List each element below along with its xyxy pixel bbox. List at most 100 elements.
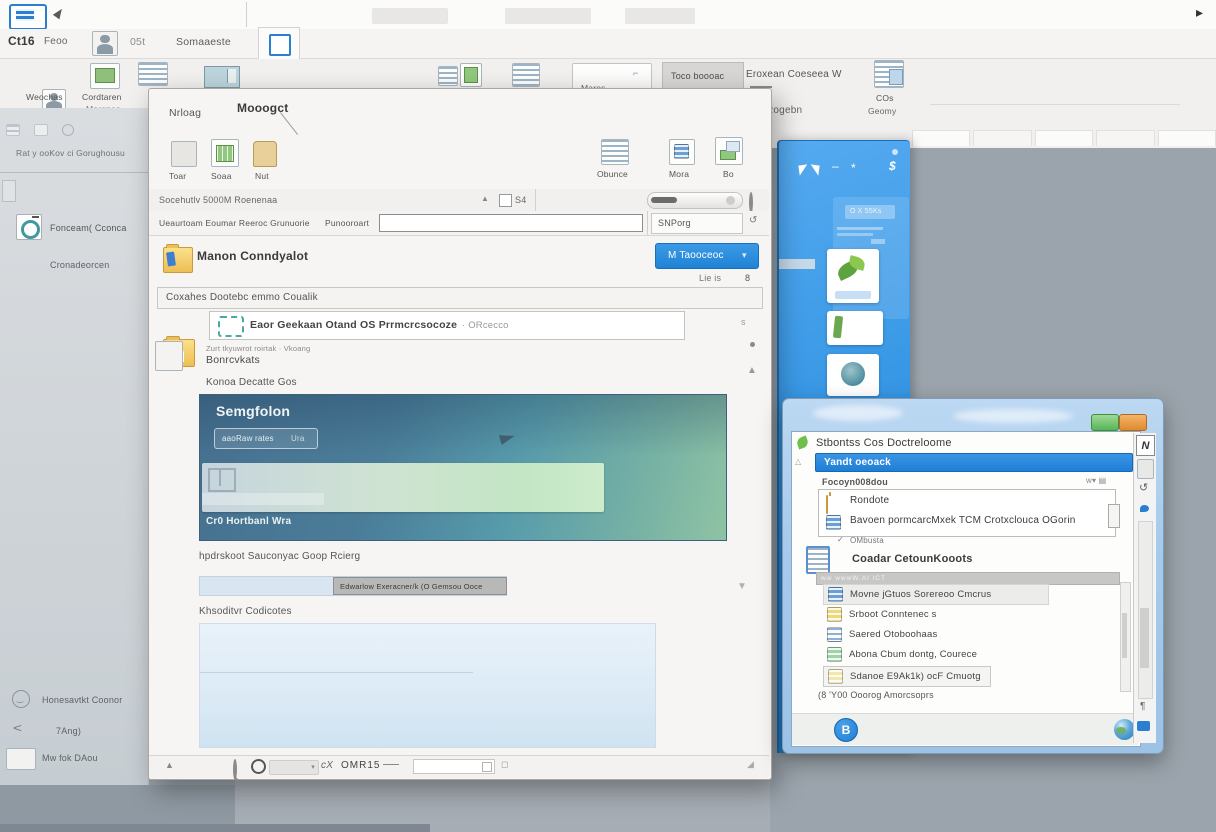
bracket-control[interactable] xyxy=(1108,504,1120,528)
ribbon-tab-home[interactable]: Feoo xyxy=(44,36,68,47)
status-search-icon[interactable] xyxy=(233,759,237,780)
rail-refresh-icon[interactable]: ↺ xyxy=(1139,481,1148,494)
row1-label[interactable]: Rondote xyxy=(850,495,889,506)
selected-row[interactable]: Yandt oeoack xyxy=(815,453,1133,472)
panel-gear-icon[interactable] xyxy=(892,149,898,155)
scroll-down-icon[interactable]: ▼ xyxy=(737,581,747,592)
list-row-3-icon xyxy=(827,627,842,642)
list-row-1[interactable]: Movne jGtuos Sorereoo Cmcrus xyxy=(823,584,1049,605)
app-icon[interactable] xyxy=(9,4,47,30)
section-bar-label: Coxahes Dootebc emmo Coualik xyxy=(166,292,318,303)
grid-icon[interactable] xyxy=(6,124,20,136)
selected-row-label: Yandt oeoack xyxy=(824,457,891,468)
panel-chip[interactable]: O X 55Ks xyxy=(845,205,895,219)
panel-dollar-icon[interactable]: $ xyxy=(889,159,896,173)
panel-section-label: Khsoditvr Codicotes xyxy=(199,606,292,617)
rail-pilcrow-icon[interactable]: ¶ xyxy=(1140,701,1146,712)
sidebar-bottom1-label[interactable]: Honesavtkt Coonor xyxy=(42,695,122,705)
avatar[interactable]: B xyxy=(834,718,858,742)
ribbon-tab-somaaeste[interactable]: Somaaeste xyxy=(176,36,231,48)
rail-scrollbar-thumb[interactable] xyxy=(1140,608,1149,668)
entry-row[interactable]: Eaor Geekaan Otand OS Prrmcrcsocoze · OR… xyxy=(209,311,685,340)
left-sidebar: Rat y ooKov ci Gorughousu Fonceam( Cconc… xyxy=(0,108,149,785)
rowB-label: Ueaurtoam Eoumar Reeroc Grunuorie xyxy=(159,218,310,228)
section-mini-controls[interactable]: ᴡ▾ ▤ xyxy=(1086,476,1106,485)
tool-bo-icon[interactable] xyxy=(715,137,743,165)
sidebar-mini-tab[interactable] xyxy=(2,180,16,202)
ribbon-tab-05t[interactable]: 05t xyxy=(130,36,145,48)
inner-scrollbar-thumb[interactable] xyxy=(1122,613,1127,658)
panel-sparkle-icon[interactable]: * xyxy=(851,161,856,175)
desktop-shade-bottom-line xyxy=(0,824,430,832)
rail-scrollbar[interactable] xyxy=(1138,521,1153,699)
ribbon-collapse-icon[interactable]: ▸ xyxy=(1196,4,1203,21)
list-row-5-icon xyxy=(828,669,843,684)
banner-inner-bar[interactable] xyxy=(202,463,604,512)
rowA-tool-icon[interactable] xyxy=(749,192,753,213)
row2-label[interactable]: Bavoen pormcarcMxek TCM Crotxclouca OGor… xyxy=(850,515,1076,526)
list-row-5[interactable]: Sdanoe E9Ak1k) ocF Cmuotg xyxy=(823,666,991,687)
panel-minus-icon[interactable]: – xyxy=(832,159,839,173)
banner-pill-button[interactable]: aaoRaw rates Ura xyxy=(214,428,318,449)
status-grip-icon: ◢ xyxy=(747,759,754,770)
sprout-icon xyxy=(795,435,809,449)
list-row-4[interactable]: Abona Cbum dontg, Courece xyxy=(823,645,1083,664)
progress-button[interactable]: Edwarlow Exeracner/k (O Gemsou Ooce xyxy=(333,577,507,595)
rail-book-icon[interactable] xyxy=(1137,459,1154,479)
tool-obunce-icon[interactable] xyxy=(601,139,629,165)
titlebar-ghost-2 xyxy=(505,8,591,24)
ribbon-cos-label1: COs xyxy=(876,93,894,103)
account-person-icon[interactable] xyxy=(92,31,118,56)
scroll-up-icon[interactable]: ▲ xyxy=(747,365,757,376)
bold-item-label[interactable]: Coadar CetounKooots xyxy=(852,553,973,565)
rowA-caret-icon[interactable]: ▲ xyxy=(481,194,489,203)
ribbon-list-icon[interactable] xyxy=(138,62,168,86)
list-row-2[interactable]: Srboot Conntenec s xyxy=(823,605,1083,624)
sidebar-item1-label[interactable]: Fonceam( Cconca xyxy=(50,223,127,233)
panel-card-leaf[interactable] xyxy=(827,249,879,303)
list-row-3[interactable]: Saered Otoboohaas xyxy=(823,625,1083,644)
dialog-bottom-panel xyxy=(199,623,656,748)
tool-mora-icon[interactable] xyxy=(669,139,695,165)
status-circle-icon[interactable] xyxy=(251,759,266,774)
sidebar-item2-label[interactable]: Cronadeorcen xyxy=(50,260,109,270)
status-dropdown[interactable]: ▾ xyxy=(269,760,319,775)
window-button-orange[interactable] xyxy=(1119,414,1147,431)
rowA-checkbox[interactable] xyxy=(499,194,512,207)
rail-blue-dot-icon[interactable] xyxy=(1140,505,1149,512)
window-button-green[interactable] xyxy=(1091,414,1119,431)
ribbon-weochas-label[interactable]: Weochas xyxy=(26,92,63,102)
avatar-letter: B xyxy=(842,723,851,737)
sidebar-mini-icons xyxy=(6,124,74,136)
tool-toar-icon[interactable] xyxy=(171,141,197,167)
dialog-apply-button[interactable]: M Taooceoc ▾ xyxy=(655,243,759,269)
rowB-input[interactable] xyxy=(379,214,643,232)
rowB-select[interactable]: SNPorg xyxy=(651,213,743,234)
ghost-tab xyxy=(1158,130,1216,146)
rail-flag-icon[interactable]: N xyxy=(1136,435,1155,456)
entry-scroll-hint-icon[interactable]: s xyxy=(741,317,746,327)
ribbon-eroxean-label[interactable]: Eroxean Coeseea W xyxy=(746,69,842,80)
ribbon-tab-file[interactable]: Ct16 xyxy=(8,34,35,48)
dialog-scroll-dot xyxy=(750,342,755,347)
tool-soaa-icon[interactable] xyxy=(211,139,239,167)
dialog-tab-nrloag[interactable]: Nrloag xyxy=(169,107,201,119)
rowA-slider[interactable] xyxy=(647,192,743,209)
ribbon-cos-icon[interactable] xyxy=(874,60,904,88)
panel-card-plant[interactable] xyxy=(827,311,883,345)
sidebar-bottom2-label[interactable]: 7Ang) xyxy=(56,726,81,736)
ribbon-search-caret-icon: ⌐ xyxy=(633,68,638,78)
rowB-sync-icon[interactable]: ↺ xyxy=(749,215,758,226)
status-input[interactable] xyxy=(413,759,495,774)
ribbon-active-tab[interactable] xyxy=(258,27,300,59)
globe-icon[interactable] xyxy=(1114,719,1135,740)
tool-nut-icon[interactable] xyxy=(253,141,277,167)
ribbon-monitor-icon[interactable] xyxy=(204,66,240,88)
mail-icon[interactable] xyxy=(34,124,48,136)
ribbon-cordtaren-label[interactable]: Cordtaren xyxy=(82,92,122,102)
sidebar-bottom3-label[interactable]: Mw fok DAou xyxy=(42,753,98,763)
inner-scrollbar[interactable] xyxy=(1120,582,1131,692)
rail-toggle-icon[interactable] xyxy=(1137,721,1150,731)
flower-icon[interactable] xyxy=(62,124,74,136)
panel-card-globe[interactable] xyxy=(827,354,879,396)
